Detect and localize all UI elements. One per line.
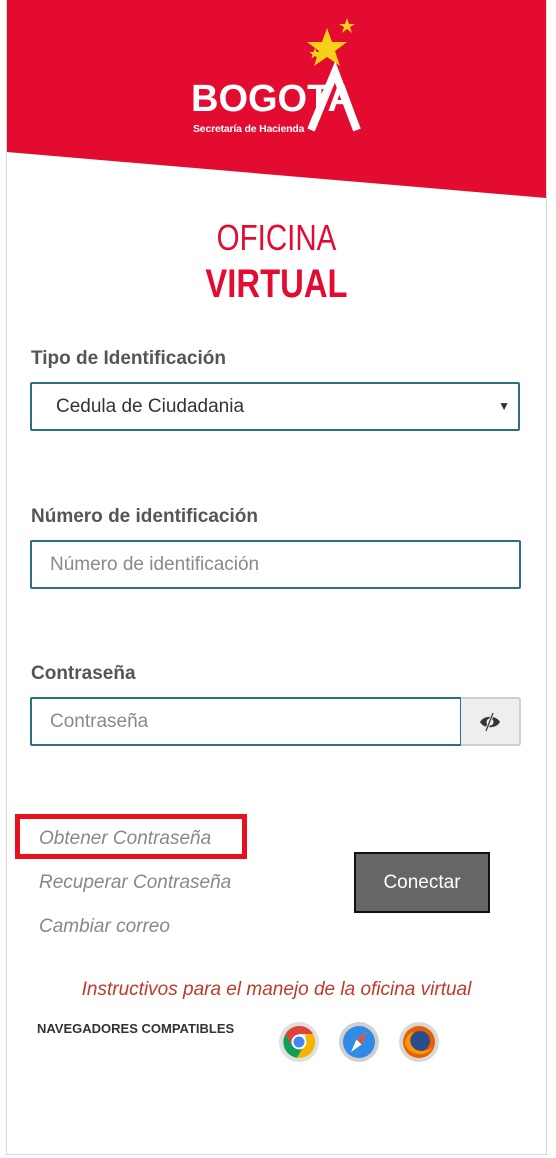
heading-oficina: OFICINA: [216, 217, 337, 258]
toggle-password-button[interactable]: [461, 697, 521, 746]
password-placeholder: Contraseña: [50, 710, 149, 732]
firefox-icon: [399, 1022, 439, 1062]
brand-subtitle: Secretaría de Hacienda: [193, 123, 305, 135]
navegadores-label: NAVEGADORES COMPATIBLES: [37, 1021, 235, 1036]
numero-identificacion-input[interactable]: Número de identificación: [30, 540, 521, 589]
login-card: BOGOTA Secretaría de Hacienda OFICINA VI…: [6, 0, 547, 1155]
chrome-icon: [279, 1022, 319, 1062]
tipo-identificacion-select[interactable]: Cedula de Ciudadania ▼: [30, 382, 520, 431]
eye-slash-icon: [480, 711, 500, 732]
conectar-button[interactable]: Conectar: [354, 852, 490, 913]
safari-icon: [339, 1022, 379, 1062]
obtener-contrasena-link[interactable]: Obtener Contraseña: [39, 828, 211, 850]
password-label: Contraseña: [31, 663, 136, 684]
password-input[interactable]: Contraseña: [30, 697, 462, 746]
brand-name: BOGOTA: [191, 78, 355, 120]
instructivos-link[interactable]: Instructivos para el manejo de la oficin…: [7, 979, 546, 1001]
numero-identificacion-label: Número de identificación: [31, 506, 258, 527]
numero-identificacion-placeholder: Número de identificación: [50, 553, 260, 575]
tipo-identificacion-label: Tipo de Identificación: [31, 348, 226, 369]
heading-virtual: VIRTUAL: [205, 262, 348, 306]
cambiar-correo-link[interactable]: Cambiar correo: [39, 916, 170, 938]
tipo-identificacion-value: Cedula de Ciudadania: [56, 395, 245, 417]
dropdown-arrow-icon: ▼: [498, 399, 510, 413]
recuperar-contrasena-link[interactable]: Recuperar Contraseña: [39, 872, 231, 894]
